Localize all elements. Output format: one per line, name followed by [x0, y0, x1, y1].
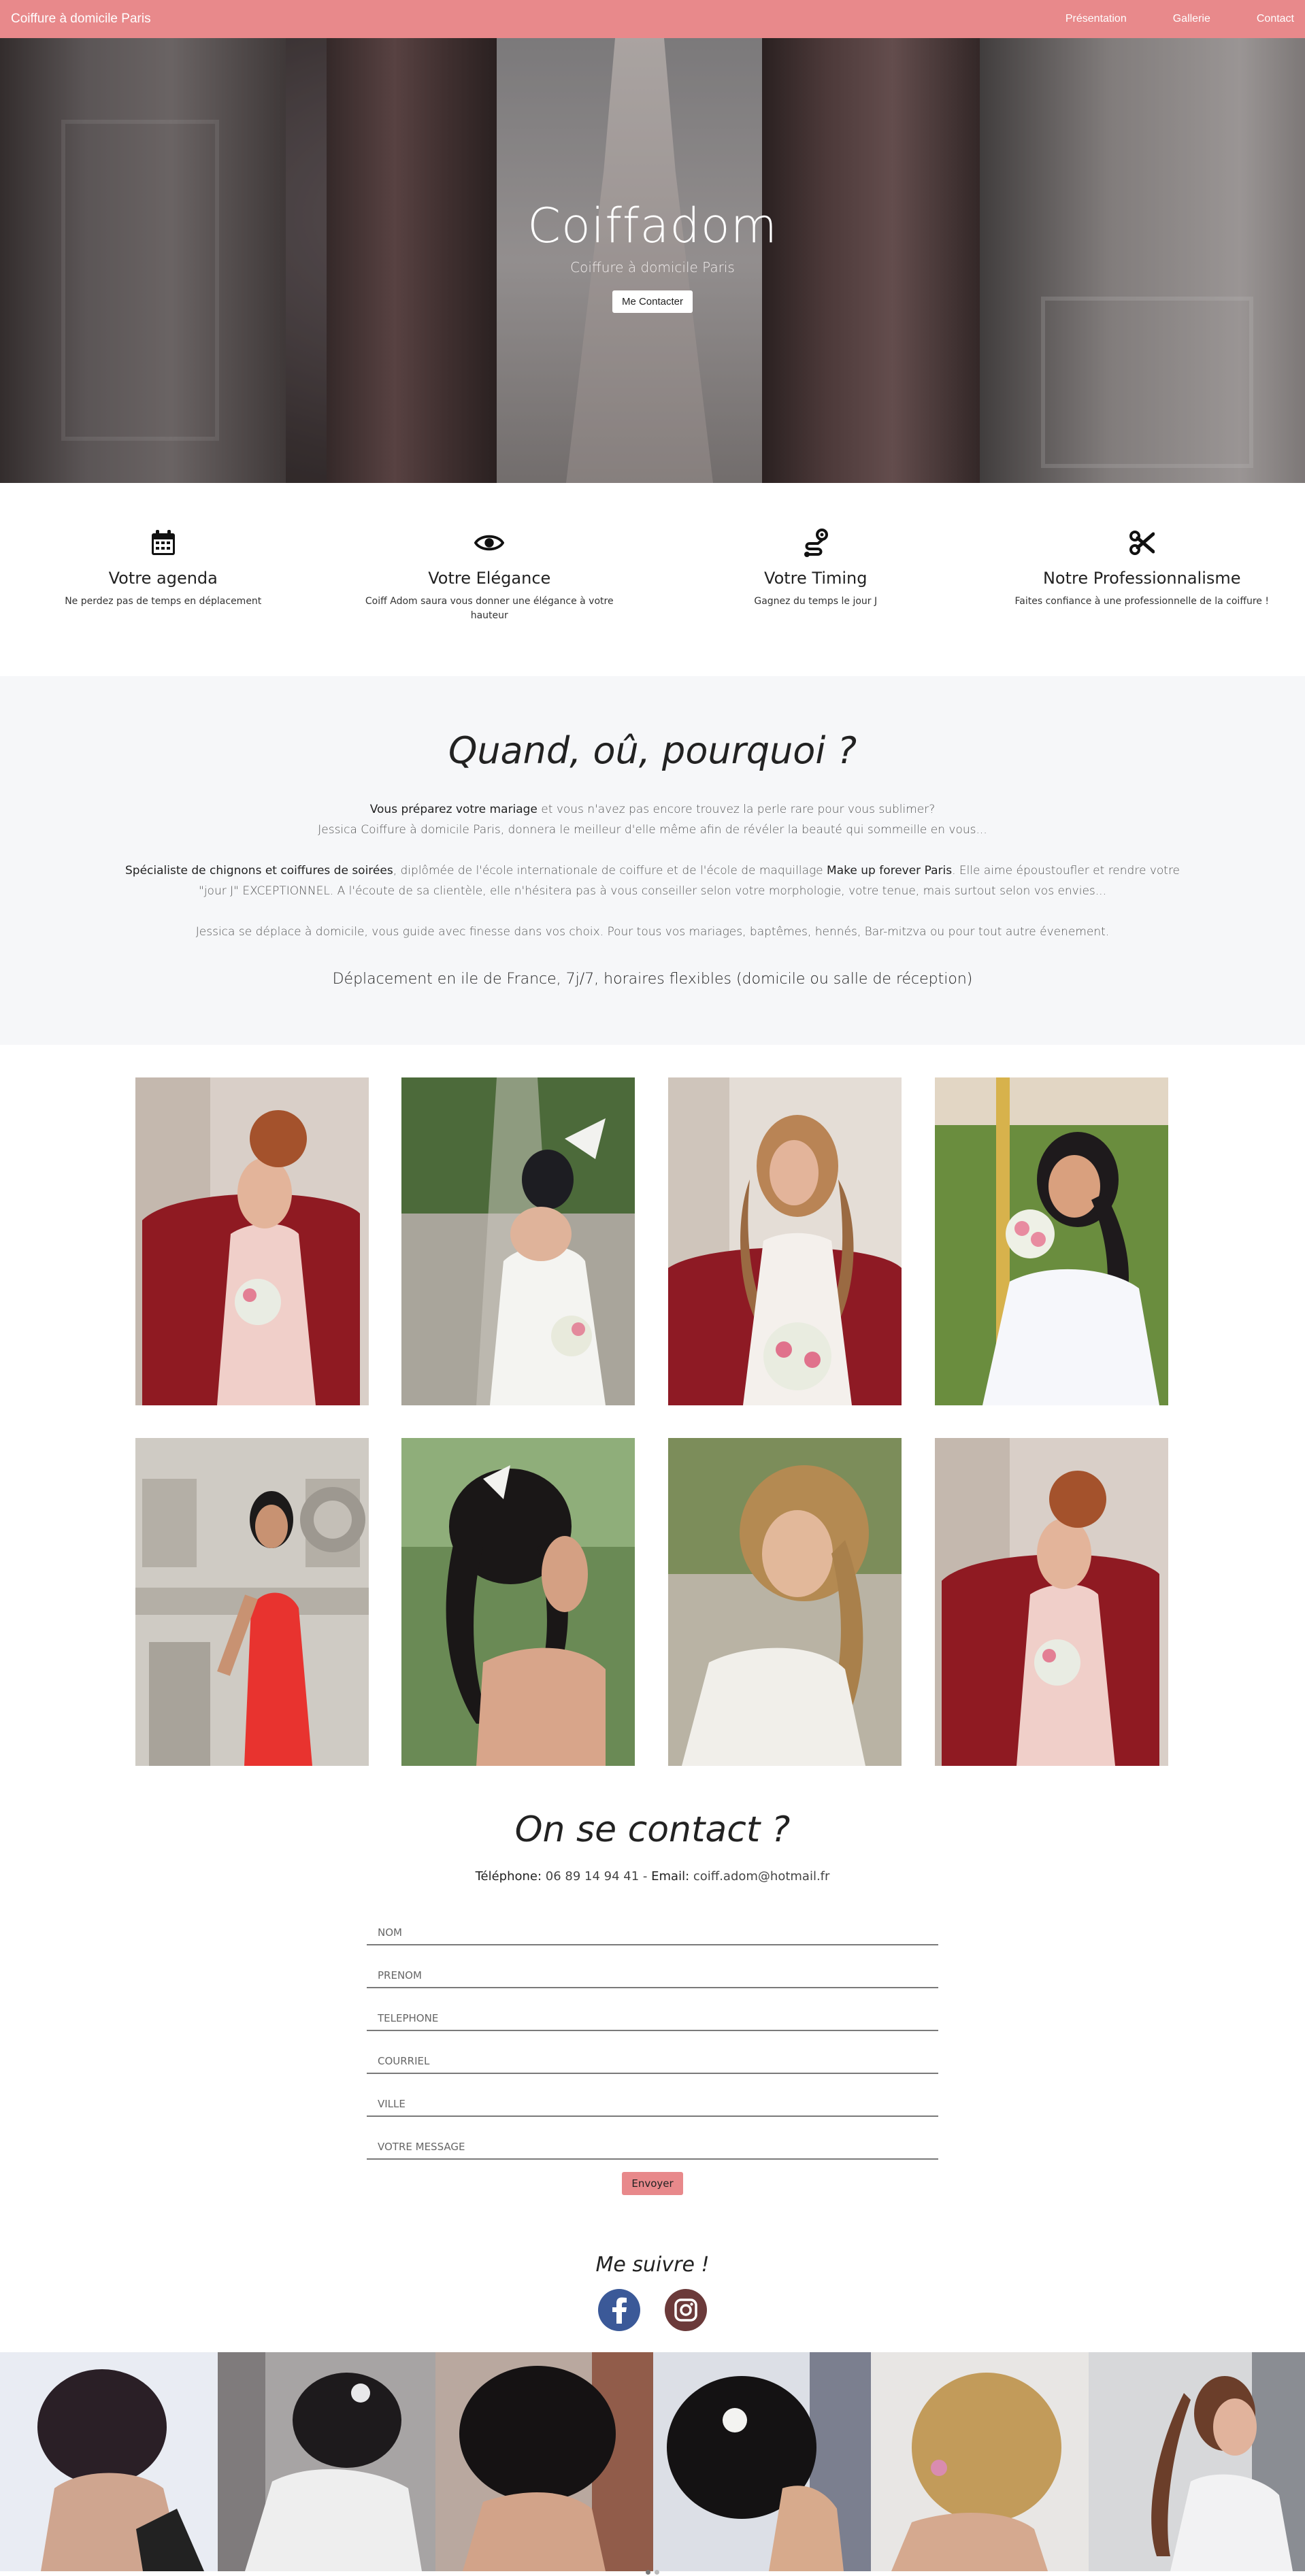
nav-link-presentation[interactable]: Présentation: [1066, 13, 1127, 25]
contact-me-button[interactable]: Me Contacter: [612, 290, 693, 313]
gallery-photo[interactable]: [935, 1438, 1168, 1766]
contact-section: On se contact ? Téléphone: 06 89 14 94 4…: [0, 1762, 1305, 2238]
instagram-feed-strip: [0, 2352, 1305, 2571]
field-wrapper: [367, 1945, 938, 1988]
telephone-input[interactable]: [378, 2012, 927, 2024]
feature-text: Faites confiance à une professionnelle d…: [1014, 596, 1269, 607]
feature-text: Coiff Adom saura vous donner une éléganc…: [365, 596, 614, 621]
field-wrapper: [367, 2031, 938, 2074]
gallery-photo[interactable]: [135, 1438, 369, 1766]
calendar-icon: [148, 528, 178, 558]
feed-photo[interactable]: [871, 2352, 1089, 2571]
nom-input[interactable]: [378, 1926, 927, 1939]
gallery-photo[interactable]: [135, 1077, 369, 1405]
feature-title: Notre Professionnalisme: [1042, 569, 1241, 588]
travel-info: Déplacement en ile de France, 7j/7, hora…: [332, 971, 973, 988]
contact-info: Téléphone: 06 89 14 94 41 - Email: coiff…: [0, 1869, 1305, 1884]
instagram-icon[interactable]: [665, 2289, 707, 2331]
hero-section: Coiffadom Coiffure à domicile Paris Me C…: [0, 38, 1305, 483]
features-section: Votre agenda Ne perdez pas de temps en d…: [0, 483, 1305, 676]
presentation-title: Quand, oû, pourquoi ?: [448, 729, 857, 772]
feature-text: Ne perdez pas de temps en déplacement: [65, 596, 262, 607]
feature-elegance: Votre Elégance Coiff Adom saura vous don…: [327, 483, 653, 676]
feed-photo[interactable]: [1089, 2352, 1305, 2571]
courriel-input[interactable]: [378, 2055, 927, 2067]
brand-link[interactable]: Coiffure à domicile Paris: [11, 12, 151, 27]
gallery-photo[interactable]: [401, 1077, 635, 1405]
feed-photo[interactable]: [218, 2352, 435, 2571]
ville-input[interactable]: [378, 2098, 927, 2110]
route-icon: [801, 528, 831, 558]
carousel-indicators: [0, 2570, 1305, 2575]
field-wrapper: [367, 2117, 938, 2160]
field-wrapper: [367, 2074, 938, 2117]
prenom-input[interactable]: [378, 1969, 927, 1981]
presentation-paragraph-3: Jessica se déplace à domicile, vous guid…: [195, 925, 1110, 939]
feed-photo[interactable]: [0, 2352, 218, 2571]
feature-professionnalisme: Notre Professionnalisme Faites confiance…: [979, 483, 1305, 676]
feature-text: Gagnez du temps le jour J: [754, 596, 878, 607]
hero-subtitle: Coiffure à domicile Paris: [570, 258, 735, 275]
feed-photo[interactable]: [653, 2352, 871, 2571]
eye-icon: [474, 528, 505, 558]
phone-number: 06 89 14 94 41 -: [542, 1869, 652, 1884]
presentation-paragraph-1: Vous préparez votre mariage et vous n'av…: [318, 803, 987, 837]
follow-section: Me suivre !: [0, 2238, 1305, 2352]
feature-title: Votre Timing: [764, 569, 868, 588]
top-navbar: Coiffure à domicile Paris Présentation G…: [0, 0, 1305, 38]
message-input[interactable]: [378, 2141, 927, 2153]
feature-title: Votre agenda: [108, 569, 218, 588]
nav-links: Présentation Gallerie Contact: [1019, 13, 1294, 25]
contact-form: Envoyer: [367, 1903, 938, 2195]
nav-link-gallerie[interactable]: Gallerie: [1173, 13, 1210, 25]
bold-text: Make up forever Paris: [827, 864, 953, 877]
hero-content: Coiffadom Coiffure à domicile Paris Me C…: [0, 38, 1305, 483]
gallery-photo[interactable]: [668, 1438, 902, 1766]
feature-timing: Votre Timing Gagnez du temps le jour J: [652, 483, 979, 676]
scissors-icon: [1127, 528, 1157, 558]
field-wrapper: [367, 1988, 938, 2031]
gallery-photo[interactable]: [668, 1077, 902, 1405]
feature-title: Votre Elégance: [428, 569, 551, 588]
presentation-section: Quand, oû, pourquoi ? Vous préparez votr…: [0, 676, 1305, 1045]
feed-photo[interactable]: [435, 2352, 653, 2571]
social-links: [0, 2289, 1305, 2331]
bold-text: Vous préparez votre mariage: [369, 803, 538, 816]
gallery-photo[interactable]: [935, 1077, 1168, 1405]
feature-agenda: Votre agenda Ne perdez pas de temps en d…: [0, 483, 327, 676]
contact-title: On se contact ?: [514, 1809, 791, 1850]
email-address[interactable]: coiff.adom@hotmail.fr: [689, 1869, 830, 1884]
follow-title: Me suivre !: [595, 2253, 710, 2277]
carousel-dot[interactable]: [655, 2570, 659, 2575]
facebook-icon[interactable]: [598, 2289, 640, 2331]
phone-label: Téléphone:: [475, 1869, 542, 1884]
bold-text: Spécialiste de chignons et coiffures de …: [125, 864, 393, 877]
gallery-photo[interactable]: [401, 1438, 635, 1766]
field-wrapper: [367, 1903, 938, 1945]
presentation-paragraph-2: Spécialiste de chignons et coiffures de …: [125, 864, 1180, 898]
carousel-dot[interactable]: [646, 2570, 650, 2575]
nav-link-contact[interactable]: Contact: [1257, 13, 1294, 25]
gallery-section: [0, 1045, 1305, 1766]
send-button[interactable]: Envoyer: [622, 2172, 683, 2195]
email-label: Email:: [651, 1869, 690, 1884]
hero-title: Coiffadom: [527, 197, 778, 254]
